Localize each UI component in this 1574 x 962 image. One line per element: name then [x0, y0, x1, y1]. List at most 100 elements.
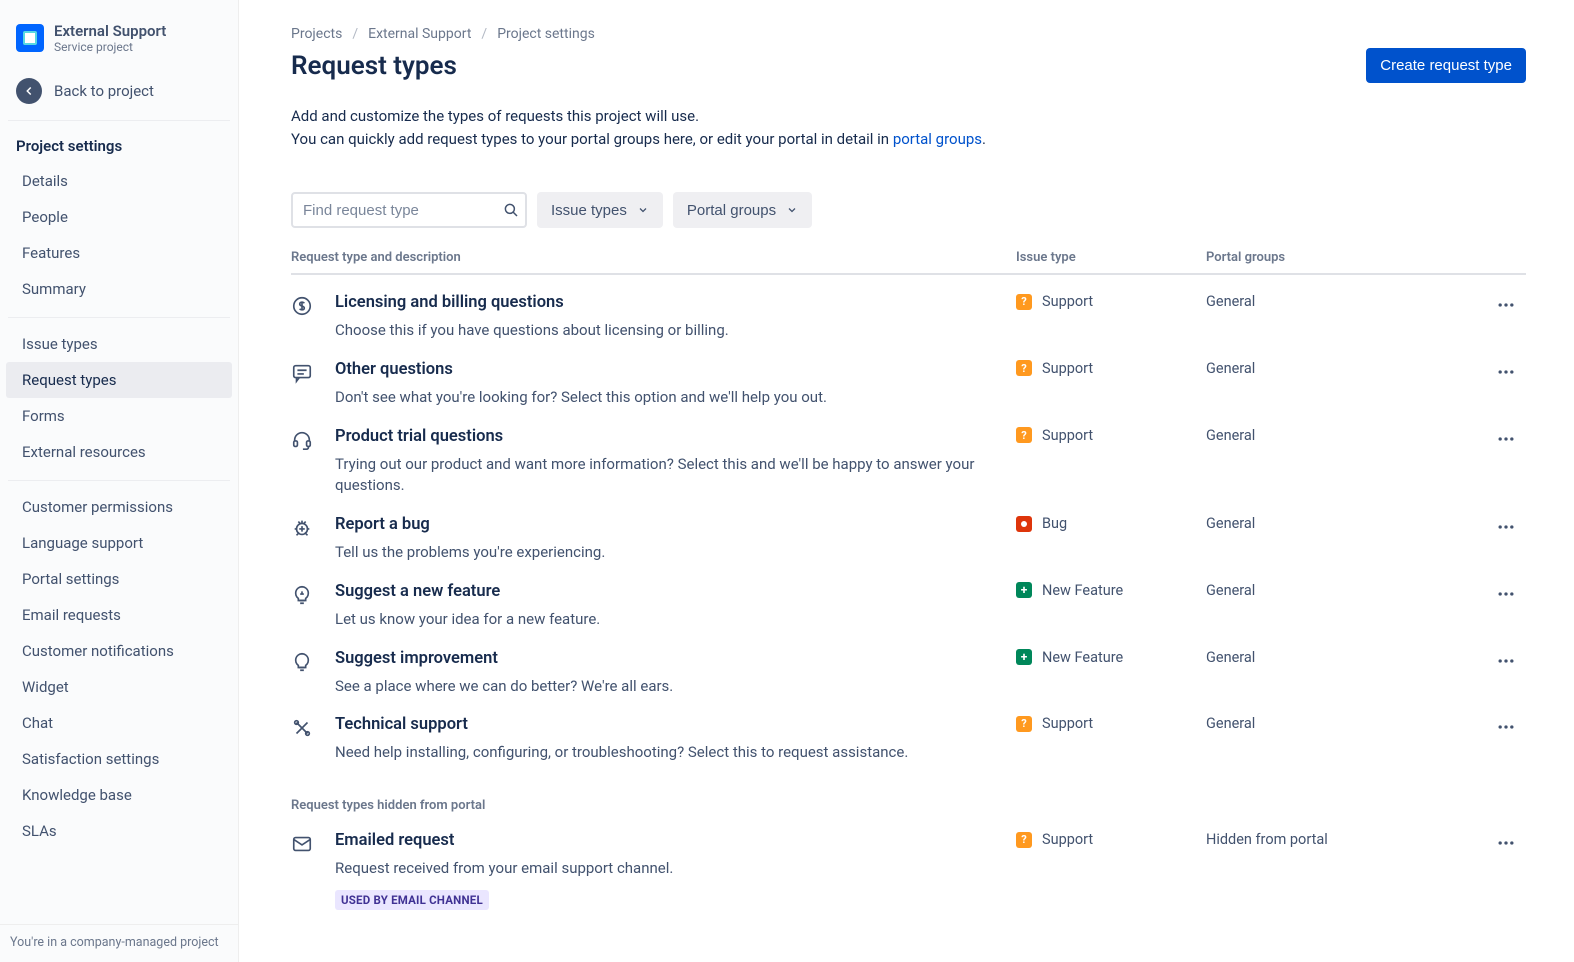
portal-groups-link[interactable]: portal groups	[893, 130, 982, 148]
request-type-name: Licensing and billing questions	[335, 293, 976, 312]
more-actions-button[interactable]	[1486, 360, 1526, 382]
main-content: Projects / External Support / Project se…	[239, 0, 1574, 962]
search-input[interactable]	[303, 202, 502, 219]
request-type-desc: See a place where we can do better? We'r…	[335, 676, 976, 698]
issue-type-icon	[1016, 649, 1032, 665]
sidebar-item[interactable]: People	[6, 199, 232, 235]
search-icon	[502, 201, 520, 219]
sidebar-item[interactable]: Chat	[6, 705, 232, 741]
issue-type-label: Support	[1042, 360, 1093, 377]
issue-type-label: New Feature	[1042, 582, 1123, 599]
issue-type-icon: ?	[1016, 832, 1032, 848]
issue-type-icon: ?	[1016, 360, 1032, 376]
col-header-main: Request type and description	[291, 250, 1016, 265]
sidebar-item[interactable]: Forms	[6, 398, 232, 434]
more-actions-button[interactable]	[1486, 293, 1526, 315]
more-actions-button[interactable]	[1486, 831, 1526, 853]
sidebar-item[interactable]: Request types	[6, 362, 232, 398]
email-channel-badge: USED BY EMAIL CHANNEL	[335, 890, 489, 910]
table-row[interactable]: Licensing and billing questions Choose t…	[291, 275, 1526, 342]
chevron-down-icon	[637, 204, 649, 216]
project-header: External Support Service project	[0, 0, 238, 68]
sidebar-item[interactable]: Knowledge base	[6, 777, 232, 813]
back-to-project[interactable]: Back to project	[0, 68, 238, 120]
issue-type-icon: ?	[1016, 294, 1032, 310]
lamp-icon	[291, 649, 335, 673]
sidebar-item[interactable]: Portal settings	[6, 561, 232, 597]
table-row[interactable]: Technical support Need help installing, …	[291, 697, 1526, 764]
bug-icon	[291, 515, 335, 539]
rows: Licensing and billing questions Choose t…	[291, 275, 1526, 764]
portal-groups-filter[interactable]: Portal groups	[673, 192, 812, 228]
search-box[interactable]	[291, 192, 527, 228]
sidebar-item[interactable]: Details	[6, 163, 232, 199]
more-actions-button[interactable]	[1486, 649, 1526, 671]
sidebar-item[interactable]: Issue types	[6, 326, 232, 362]
request-type-name: Suggest improvement	[335, 649, 976, 668]
request-type-desc: Need help installing, configuring, or tr…	[335, 742, 976, 764]
breadcrumb-item[interactable]: Project settings	[497, 26, 595, 42]
request-type-desc: Let us know your idea for a new feature.	[335, 609, 976, 631]
request-type-name: Technical support	[335, 715, 976, 734]
portal-group-label: General	[1206, 715, 1486, 732]
table-header: Request type and description Issue type …	[291, 250, 1526, 275]
portal-group-label: General	[1206, 515, 1486, 532]
sidebar-item[interactable]: Features	[6, 235, 232, 271]
tools-icon	[291, 715, 335, 739]
table-row[interactable]: Product trial questions Trying out our p…	[291, 409, 1526, 498]
request-type-desc: Choose this if you have questions about …	[335, 320, 976, 342]
sidebar-item[interactable]: Satisfaction settings	[6, 741, 232, 777]
section-title: Project settings	[0, 121, 238, 163]
col-header-issue: Issue type	[1016, 250, 1206, 265]
more-actions-button[interactable]	[1486, 582, 1526, 604]
arrow-left-icon	[16, 78, 42, 104]
more-actions-button[interactable]	[1486, 715, 1526, 737]
request-type-desc: Trying out our product and want more inf…	[335, 454, 976, 498]
issue-type-label: New Feature	[1042, 649, 1123, 666]
issue-type-icon: ?	[1016, 716, 1032, 732]
issue-type-label: Support	[1042, 831, 1093, 848]
breadcrumb-item[interactable]: External Support	[368, 26, 471, 42]
sidebar-item[interactable]: Customer notifications	[6, 633, 232, 669]
more-actions-button[interactable]	[1486, 427, 1526, 449]
request-type-desc: Don't see what you're looking for? Selec…	[335, 387, 976, 409]
table-row[interactable]: Emailed request Request received from yo…	[291, 813, 1526, 910]
mail-icon	[291, 831, 335, 855]
sidebar-item[interactable]: External resources	[6, 434, 232, 470]
issue-type-label: Bug	[1042, 515, 1067, 532]
request-type-name: Other questions	[335, 360, 976, 379]
request-type-desc: Request received from your email support…	[335, 858, 976, 880]
breadcrumb: Projects / External Support / Project se…	[291, 26, 1526, 42]
intro-text: Add and customize the types of requests …	[291, 105, 1526, 150]
request-type-name: Suggest a new feature	[335, 582, 976, 601]
project-logo	[16, 24, 44, 52]
headset-icon	[291, 427, 335, 451]
chat-icon	[291, 360, 335, 384]
request-type-name: Emailed request	[335, 831, 976, 850]
chevron-down-icon	[786, 204, 798, 216]
issue-types-filter[interactable]: Issue types	[537, 192, 663, 228]
breadcrumb-item[interactable]: Projects	[291, 26, 342, 42]
create-request-type-button[interactable]: Create request type	[1366, 48, 1526, 83]
sidebar-item[interactable]: Customer permissions	[6, 489, 232, 525]
sidebar-item[interactable]: Widget	[6, 669, 232, 705]
sidebar-item[interactable]: Email requests	[6, 597, 232, 633]
table-row[interactable]: Suggest improvement See a place where we…	[291, 631, 1526, 698]
issue-type-label: Support	[1042, 715, 1093, 732]
more-actions-button[interactable]	[1486, 515, 1526, 537]
table-row[interactable]: Report a bug Tell us the problems you're…	[291, 497, 1526, 564]
sidebar-item[interactable]: SLAs	[6, 813, 232, 849]
sidebar-item[interactable]: Language support	[6, 525, 232, 561]
portal-group-label: Hidden from portal	[1206, 831, 1486, 848]
filter-label: Portal groups	[687, 202, 776, 219]
dollar-icon	[291, 293, 335, 317]
issue-type-icon: ?	[1016, 427, 1032, 443]
portal-group-label: General	[1206, 582, 1486, 599]
sidebar-item[interactable]: Summary	[6, 271, 232, 307]
table-row[interactable]: Other questions Don't see what you're lo…	[291, 342, 1526, 409]
portal-group-label: General	[1206, 293, 1486, 310]
sidebar: External Support Service project Back to…	[0, 0, 239, 962]
table-row[interactable]: Suggest a new feature Let us know your i…	[291, 564, 1526, 631]
nav-group-1: DetailsPeopleFeaturesSummary	[0, 163, 238, 307]
page-title: Request types	[291, 51, 457, 81]
